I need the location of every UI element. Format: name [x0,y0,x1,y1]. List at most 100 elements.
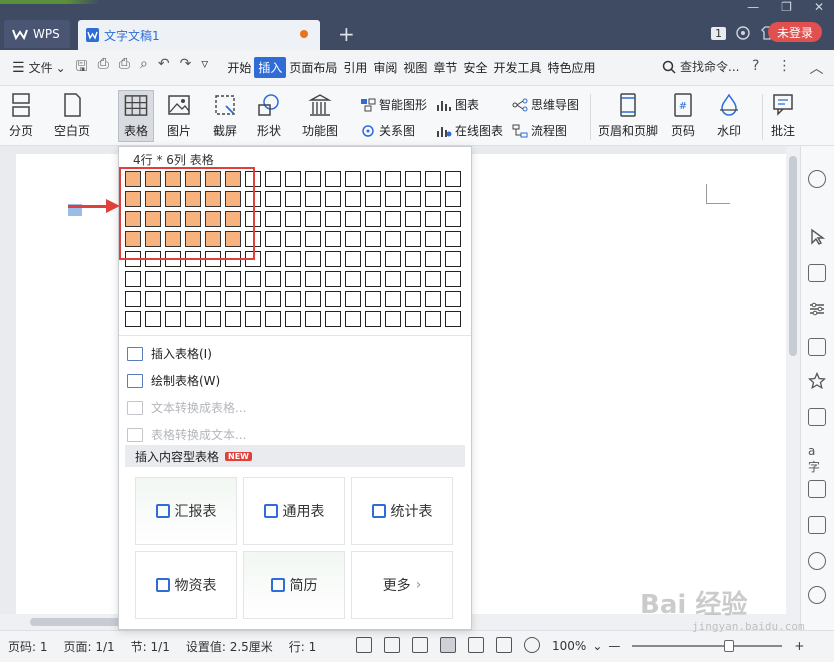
undo-icon[interactable]: ↶ [158,56,170,80]
hamburger-icon[interactable]: ☰ [12,60,25,76]
flowchart-button[interactable]: 流程图 [512,122,567,139]
menu-item-features[interactable]: 特色应用 [544,59,598,76]
table-grid-cell[interactable] [285,211,301,227]
table-grid-cell[interactable] [445,171,461,187]
table-grid-cell[interactable] [365,251,381,267]
function-chart-button[interactable]: 功能图 [302,92,338,139]
table-grid-cell[interactable] [265,191,281,207]
print-icon[interactable]: ⎙ [119,56,130,80]
menu-item-chapter[interactable]: 章节 [430,59,460,76]
menu-item-start[interactable]: 开始 [224,59,254,76]
table-grid-cell[interactable] [325,251,341,267]
table-grid-cell[interactable] [325,231,341,247]
comment-button[interactable]: 批注 [770,92,796,139]
table-grid-cell[interactable] [405,191,421,207]
table-grid-cell[interactable] [225,271,241,287]
table-grid-cell[interactable] [185,291,201,307]
horizontal-scroll-thumb[interactable] [30,618,130,626]
table-grid-cell[interactable] [345,291,361,307]
table-grid-cell[interactable] [305,231,321,247]
shape-button[interactable]: 形状 [256,92,282,139]
table-grid-cell[interactable] [265,231,281,247]
new-tab-plus-icon[interactable]: + [338,22,355,46]
table-grid-cell[interactable] [425,311,441,327]
chart-button[interactable]: 图表 [436,96,479,113]
table-button[interactable]: 表格 [118,90,154,142]
page-break-button[interactable]: 分页 [8,92,34,139]
zoom-slider-knob[interactable] [724,640,735,652]
menu-item-view[interactable]: 视图 [400,59,430,76]
table-grid-cell[interactable] [385,311,401,327]
minimize-icon[interactable]: — [747,0,759,14]
general-table-card[interactable]: 通用表 [243,477,345,545]
table-grid-cell[interactable] [265,171,281,187]
table-grid-cell[interactable] [285,291,301,307]
table-grid-cell[interactable] [325,291,341,307]
table-grid-cell[interactable] [145,271,161,287]
table-grid-cell[interactable] [285,271,301,287]
cloud-icon[interactable]: ⎙ [98,56,109,80]
screenshot-button[interactable]: 截屏 [212,92,238,139]
zoom-in-icon[interactable]: + [794,639,804,653]
collapse-ribbon-icon[interactable]: ︿ [809,58,823,78]
insert-table-item[interactable]: 插入表格(I) [127,345,212,362]
pen-icon[interactable] [808,170,826,188]
table-grid-cell[interactable] [205,311,221,327]
image-icon[interactable] [808,516,826,534]
cursor-icon[interactable] [808,228,826,246]
table-grid-cell[interactable] [285,311,301,327]
table-grid-cell[interactable] [165,311,181,327]
table-grid-cell[interactable] [405,311,421,327]
skin-icon[interactable] [736,26,750,40]
menu-item-reference[interactable]: 引用 [340,59,370,76]
table-grid-cell[interactable] [305,191,321,207]
table-grid-cell[interactable] [365,191,381,207]
menu-item-review[interactable]: 审阅 [370,59,400,76]
table-grid-cell[interactable] [245,291,261,307]
eye-protect-icon[interactable] [524,637,540,653]
hexagon-shield-icon[interactable] [808,552,826,570]
more-dropdown-icon[interactable]: ▿ [201,56,208,80]
resume-card[interactable]: 简历 [243,551,345,619]
table-grid-cell[interactable] [265,271,281,287]
blank-page-button[interactable]: 空白页 [54,92,90,139]
menu-item-devtools[interactable]: 开发工具 [490,59,544,76]
table-grid-cell[interactable] [365,311,381,327]
vertical-scrollbar[interactable] [786,146,800,616]
command-search[interactable]: 查找命令... [662,58,739,75]
table-grid-cell[interactable] [305,291,321,307]
history-clock-icon[interactable] [808,586,826,604]
print-preview-icon[interactable]: ⌕ [140,56,148,80]
table-grid-cell[interactable] [425,191,441,207]
menu-item-layout[interactable]: 页面布局 [286,59,340,76]
report-table-card[interactable]: 汇报表 [135,477,237,545]
table-grid-cell[interactable] [385,291,401,307]
outline-view-icon[interactable] [468,637,484,653]
table-grid-cell[interactable] [125,311,141,327]
table-grid-cell[interactable] [285,231,301,247]
table-grid-cell[interactable] [205,291,221,307]
table-grid-cell[interactable] [305,171,321,187]
table-grid-cell[interactable] [445,291,461,307]
table-grid-cell[interactable] [445,271,461,287]
header-footer-button[interactable]: 页眉和页脚 [598,92,658,139]
table-grid-cell[interactable] [385,251,401,267]
document-tools-icon[interactable] [808,480,826,498]
table-grid-cell[interactable] [405,171,421,187]
pen-mode-icon[interactable] [412,637,428,653]
table-grid-cell[interactable] [225,291,241,307]
table-grid-cell[interactable] [345,271,361,287]
table-grid-cell[interactable] [385,231,401,247]
page-number-button[interactable]: # 页码 [670,92,696,139]
menu-item-insert[interactable]: 插入 [254,57,287,78]
smart-shape-button[interactable]: 智能图形 [360,96,427,113]
table-grid-cell[interactable] [305,211,321,227]
table-grid-cell[interactable] [445,191,461,207]
save-icon[interactable]: 🖫 [76,56,88,80]
table-grid-cell[interactable] [165,291,181,307]
table-grid-cell[interactable] [445,251,461,267]
table-grid-cell[interactable] [245,311,261,327]
table-grid-cell[interactable] [405,271,421,287]
table-grid-cell[interactable] [205,271,221,287]
table-grid-cell[interactable] [425,231,441,247]
